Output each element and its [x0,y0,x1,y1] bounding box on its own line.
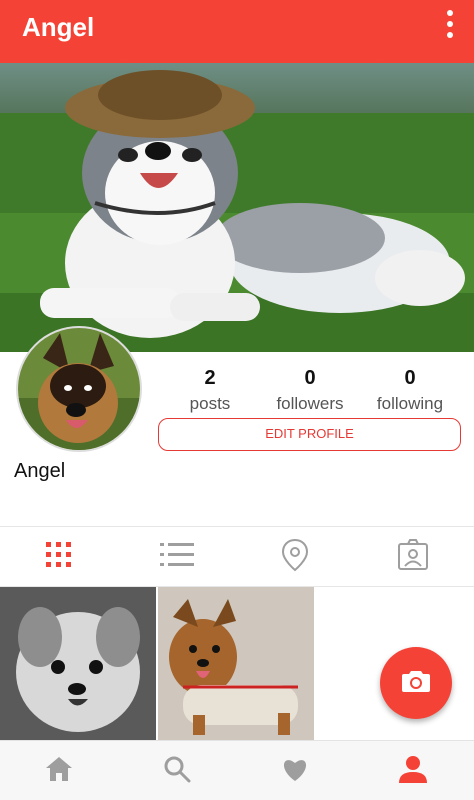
stat-followers[interactable]: 0 followers [260,366,360,414]
profile-icon [399,755,427,788]
avatar[interactable] [16,326,142,452]
posts-count: 2 [204,367,216,389]
app-bar: Angel [0,0,474,63]
nav-search[interactable] [118,741,236,800]
followers-label: followers [276,394,344,413]
profile-name: Angel [14,460,66,482]
search-icon [163,755,191,788]
stat-following[interactable]: 0 following [360,366,460,414]
more-vert-icon[interactable] [444,10,456,44]
heart-icon [281,756,309,787]
tagged-person-icon [397,538,429,576]
list-icon [160,541,194,574]
tab-list[interactable] [118,537,236,577]
tab-location[interactable] [236,537,354,577]
app-bar-title: Angel [22,12,95,42]
camera-fab[interactable] [380,647,452,719]
followers-count: 0 [304,367,316,389]
following-count: 0 [404,367,416,389]
stat-posts[interactable]: 2 posts [160,366,260,414]
cover-photo [0,63,474,352]
nav-activity[interactable] [236,741,354,800]
nav-home[interactable] [0,741,118,800]
post-thumbnail[interactable] [158,587,314,740]
camera-icon [402,669,430,698]
grid-icon [45,541,73,574]
tab-tagged[interactable] [354,537,472,577]
posts-label: posts [189,394,231,413]
edit-profile-button[interactable]: EDIT PROFILE [158,418,461,451]
tab-grid[interactable] [0,537,118,577]
home-icon [45,756,73,787]
bottom-navigation [0,740,474,800]
post-thumbnail[interactable] [0,587,156,740]
location-pin-icon [281,538,309,577]
nav-profile[interactable] [354,741,472,800]
profile-tabs [0,527,474,586]
following-label: following [376,394,444,413]
profile-stats: 2 posts 0 followers 0 following [160,366,460,416]
